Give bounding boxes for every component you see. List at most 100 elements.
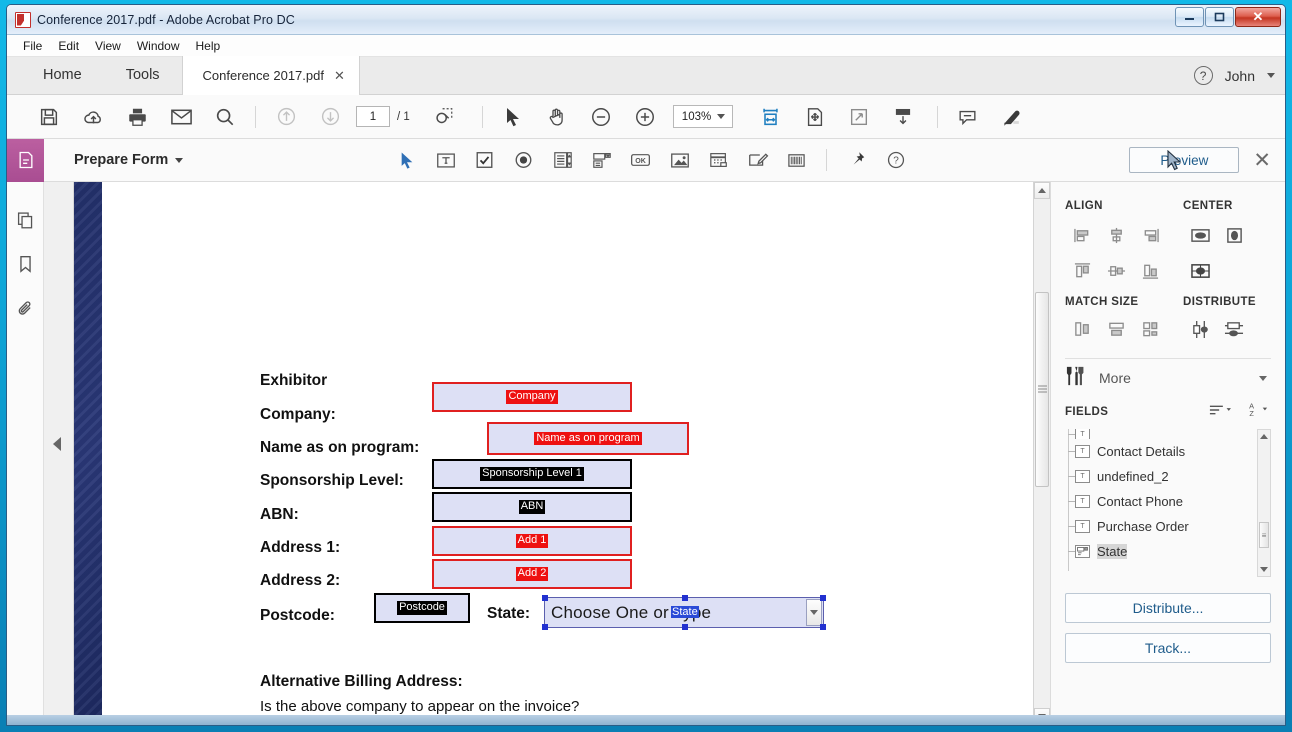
distribute-vertical-icon[interactable] — [1183, 312, 1217, 346]
zoom-out-icon[interactable] — [579, 100, 623, 134]
checkbox-icon[interactable] — [465, 145, 504, 175]
zoom-in-icon[interactable] — [623, 100, 667, 134]
scroll-mode-icon[interactable] — [881, 100, 925, 134]
list-item-selected[interactable]: State — [1065, 539, 1271, 564]
resize-handle-bl[interactable] — [542, 624, 548, 630]
text-field-icon[interactable] — [426, 145, 465, 175]
align-bottom-icon[interactable] — [1133, 254, 1167, 288]
list-item[interactable]: T Purchase Order — [1065, 514, 1271, 539]
align-top-icon[interactable] — [1065, 254, 1099, 288]
align-right-icon[interactable] — [1133, 218, 1167, 252]
menu-edit[interactable]: Edit — [58, 39, 79, 53]
pin-icon[interactable] — [837, 145, 876, 175]
save-icon[interactable] — [27, 100, 71, 134]
form-field-address-2[interactable]: Add 2 — [432, 559, 632, 589]
upload-cloud-icon[interactable] — [71, 100, 115, 134]
barcode-icon[interactable] — [777, 145, 816, 175]
resize-handle-tr[interactable] — [820, 595, 826, 601]
page-number-input[interactable]: 1 — [356, 106, 390, 127]
distribute-horizontal-icon[interactable] — [1217, 312, 1251, 346]
dropdown-icon[interactable] — [582, 145, 621, 175]
menu-window[interactable]: Window — [137, 39, 180, 53]
bookmarks-icon[interactable] — [7, 242, 43, 286]
attachments-icon[interactable] — [7, 286, 43, 330]
tab-conference-2017-pdf[interactable]: Conference 2017.pdf ✕ — [182, 56, 360, 95]
match-height-icon[interactable] — [1099, 312, 1133, 346]
list-item[interactable]: T Contact Details — [1065, 439, 1271, 464]
align-middle-vertical-icon[interactable] — [1099, 254, 1133, 288]
fields-scrollbar-thumb[interactable]: ≡ — [1259, 522, 1269, 548]
help-circle-icon[interactable]: ? — [876, 145, 915, 175]
signature-field-icon[interactable] — [738, 145, 777, 175]
form-field-company[interactable]: Company — [432, 382, 632, 412]
document-viewport[interactable]: Exhibitor Company: Name as on program: S… — [74, 182, 1050, 725]
select-arrow-icon[interactable] — [491, 100, 535, 134]
date-field-icon[interactable] — [699, 145, 738, 175]
resize-handle-tm[interactable] — [682, 595, 688, 601]
list-item[interactable]: T — [1065, 429, 1271, 439]
distribute-button[interactable]: Distribute... — [1065, 593, 1271, 623]
panel-collapse-gutter[interactable] — [44, 182, 74, 725]
chevron-down-icon[interactable] — [1259, 376, 1267, 381]
email-icon[interactable] — [159, 100, 203, 134]
form-field-name-as-on-program[interactable]: Name as on program — [487, 422, 689, 455]
menu-file[interactable]: File — [23, 39, 42, 53]
marquee-zoom-icon[interactable] — [422, 100, 466, 134]
center-vertically-icon[interactable] — [1217, 218, 1251, 252]
tab-tools[interactable]: Tools — [104, 56, 182, 94]
fullscreen-icon[interactable] — [837, 100, 881, 134]
close-form-editor-icon[interactable]: ✕ — [1253, 150, 1271, 171]
collapse-arrow-icon[interactable] — [53, 437, 61, 451]
list-item[interactable]: T Contact Phone — [1065, 489, 1271, 514]
page-thumbnails-icon[interactable] — [7, 198, 43, 242]
form-field-sponsorship-level[interactable]: Sponsorship Level 1 — [432, 459, 632, 489]
highlight-icon[interactable] — [990, 100, 1034, 134]
close-icon[interactable]: ✕ — [334, 68, 345, 84]
chevron-down-icon[interactable] — [806, 599, 822, 626]
resize-handle-bm[interactable] — [682, 624, 688, 630]
list-item[interactable]: T undefined_2 — [1065, 464, 1271, 489]
fields-scroll-up-button[interactable] — [1258, 430, 1270, 443]
close-button[interactable]: ✕ — [1235, 7, 1281, 27]
align-center-horizontal-icon[interactable] — [1099, 218, 1133, 252]
tab-home[interactable]: Home — [21, 56, 104, 94]
search-icon[interactable] — [203, 100, 247, 134]
form-field-address-1[interactable]: Add 1 — [432, 526, 632, 556]
resize-handle-tl[interactable] — [542, 595, 548, 601]
fields-scroll-down-button[interactable] — [1258, 563, 1270, 576]
next-page-icon[interactable] — [308, 100, 352, 134]
document-vertical-scrollbar[interactable] — [1033, 182, 1050, 725]
radio-button-icon[interactable] — [504, 145, 543, 175]
scroll-up-button[interactable] — [1034, 182, 1050, 199]
sort-alpha-icon[interactable]: A Z — [1247, 401, 1271, 423]
match-both-icon[interactable] — [1133, 312, 1167, 346]
form-field-postcode[interactable]: Postcode — [374, 593, 470, 623]
comment-icon[interactable] — [946, 100, 990, 134]
fit-page-icon[interactable] — [793, 100, 837, 134]
image-field-icon[interactable] — [660, 145, 699, 175]
more-tools-row[interactable]: More — [1065, 359, 1271, 397]
previous-page-icon[interactable] — [264, 100, 308, 134]
form-field-state-dropdown[interactable]: Choose One or Type State — [544, 597, 824, 628]
print-icon[interactable] — [115, 100, 159, 134]
minimize-button[interactable] — [1175, 7, 1204, 27]
fit-width-icon[interactable] — [749, 100, 793, 134]
scrollbar-thumb[interactable] — [1035, 292, 1049, 487]
sort-order-icon[interactable] — [1209, 403, 1233, 422]
preview-button[interactable]: Preview — [1129, 147, 1239, 173]
form-field-abn[interactable]: ABN — [432, 492, 632, 522]
menu-view[interactable]: View — [95, 39, 121, 53]
fields-list-scrollbar[interactable]: ≡ — [1257, 429, 1271, 577]
align-left-icon[interactable] — [1065, 218, 1099, 252]
chevron-down-icon[interactable] — [1267, 73, 1275, 78]
center-both-icon[interactable] — [1183, 254, 1217, 288]
maximize-button[interactable] — [1205, 7, 1234, 27]
center-horizontally-icon[interactable] — [1183, 218, 1217, 252]
form-fields-list[interactable]: T T Contact Details T undefined_2 T Cont… — [1065, 429, 1271, 577]
user-menu-label[interactable]: John — [1225, 68, 1255, 84]
match-width-icon[interactable] — [1065, 312, 1099, 346]
resize-handle-br[interactable] — [820, 624, 826, 630]
zoom-level-select[interactable]: 103% — [673, 105, 733, 128]
prepare-form-menu[interactable]: Prepare Form — [74, 152, 183, 168]
hand-icon[interactable] — [535, 100, 579, 134]
